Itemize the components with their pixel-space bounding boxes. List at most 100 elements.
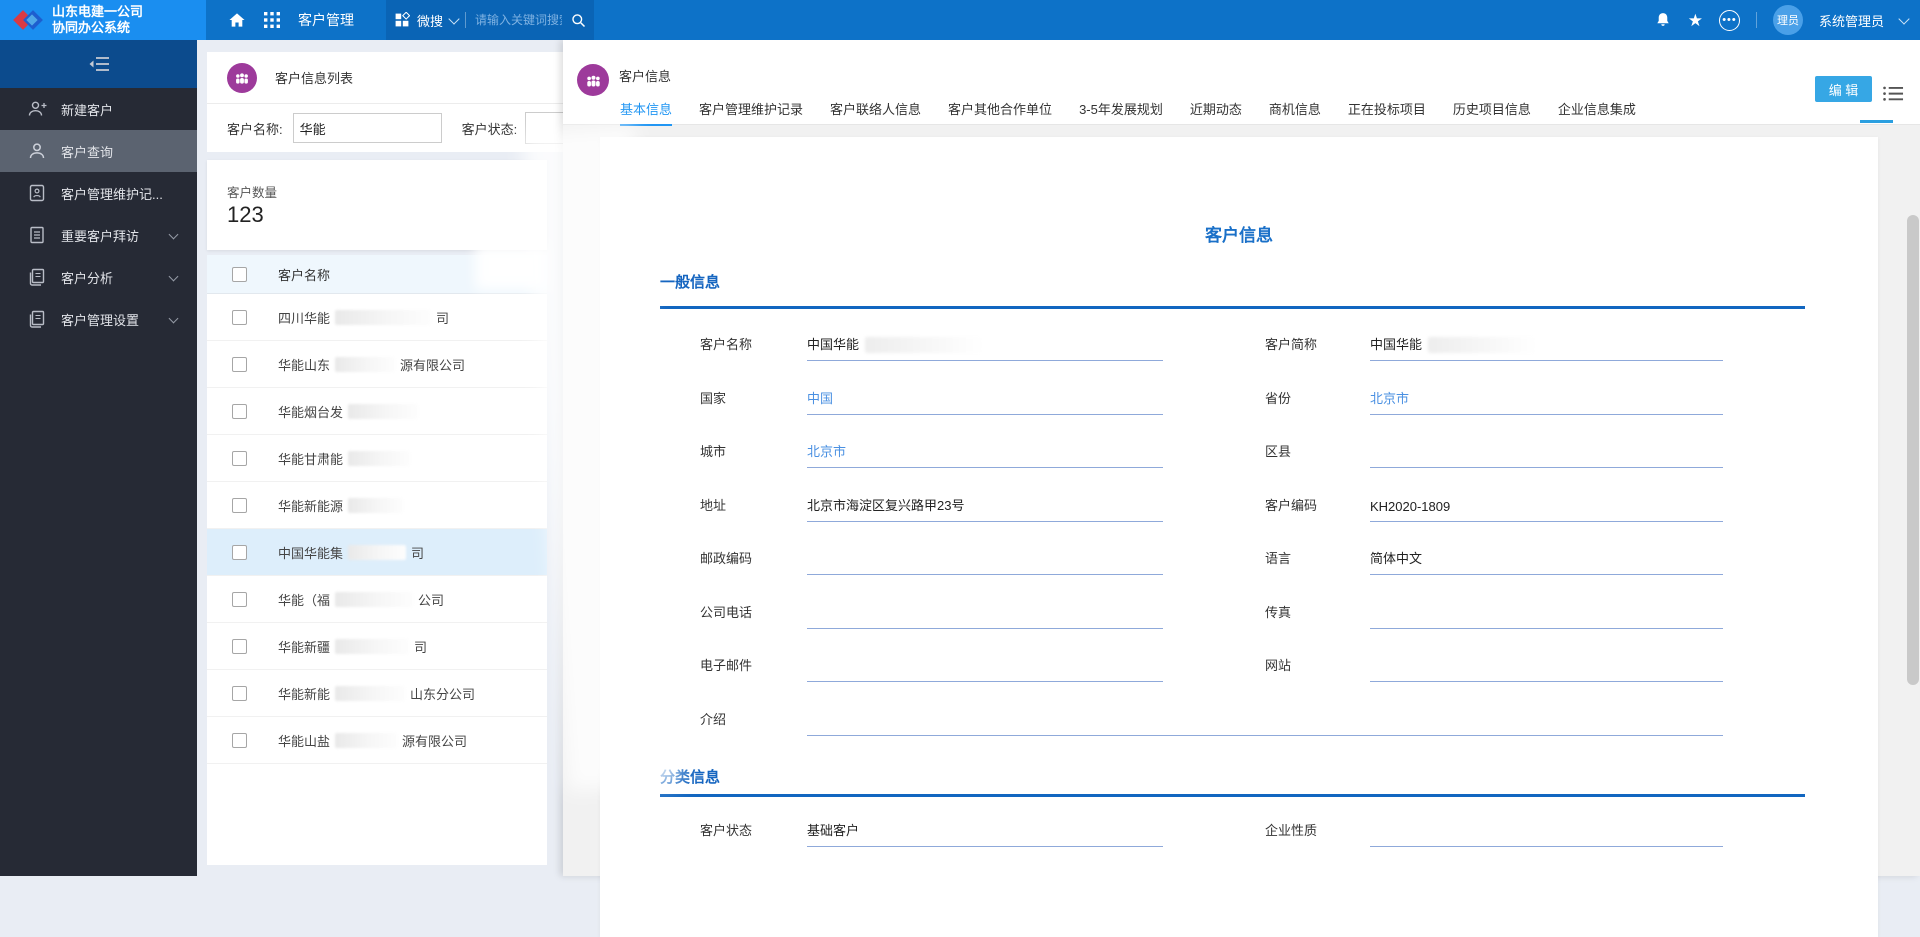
row-checkbox[interactable]: [232, 685, 247, 701]
table-row[interactable]: 华能新能 山东分公司: [207, 670, 547, 717]
row-checkbox[interactable]: [232, 309, 247, 325]
row-checkbox[interactable]: [232, 450, 247, 466]
field-客户编码[interactable]: KH2020-1809: [1370, 484, 1723, 522]
table-row[interactable]: 华能烟台发: [207, 388, 547, 435]
row-checkbox[interactable]: [232, 732, 247, 748]
search-input[interactable]: [473, 12, 564, 28]
redacted-text: [335, 356, 396, 372]
table-row[interactable]: 中国华能集司: [207, 529, 547, 576]
field-地址[interactable]: 北京市海淀区复兴路甲23号: [807, 484, 1163, 522]
field-网站[interactable]: [1370, 644, 1723, 682]
field-value: KH2020-1809: [1370, 498, 1451, 514]
star-icon[interactable]: ★: [1688, 12, 1703, 29]
sidebar-collapse-button[interactable]: [0, 40, 197, 88]
tab-1[interactable]: 客户管理维护记录: [699, 99, 803, 126]
avatar[interactable]: 理员: [1772, 5, 1803, 35]
more-icon[interactable]: •••: [1718, 9, 1740, 31]
search-scope-label[interactable]: 微搜: [417, 11, 443, 30]
field-value: 基础客户: [807, 823, 860, 838]
row-checkbox[interactable]: [232, 638, 247, 654]
field-邮政编码[interactable]: [807, 537, 1163, 575]
section-general-title: 一般信息: [660, 274, 721, 291]
field-国家[interactable]: 中国: [807, 377, 1163, 415]
sidebar-item-5[interactable]: 客户管理设置: [0, 298, 197, 340]
redacted-text: [335, 732, 398, 748]
field-value: 北京市: [807, 444, 847, 459]
row-checkbox[interactable]: [232, 497, 247, 513]
field-语言[interactable]: 简体中文: [1370, 537, 1723, 575]
tab-7[interactable]: 正在投标项目: [1348, 99, 1426, 126]
app-grid-icon[interactable]: [264, 12, 280, 28]
field-label: 客户编码: [1265, 497, 1318, 513]
user-name[interactable]: 系统管理员: [1819, 11, 1884, 30]
tab-8[interactable]: 历史项目信息: [1453, 99, 1531, 126]
list-view-icon[interactable]: [1883, 86, 1904, 102]
field-区县[interactable]: [1370, 430, 1723, 468]
customer-name: 四川华能司: [278, 309, 450, 326]
row-checkbox[interactable]: [232, 356, 247, 372]
field-label: 网站: [1265, 658, 1292, 673]
active-tool-indicator: [1860, 120, 1893, 123]
tab-0[interactable]: 基本信息: [620, 99, 673, 126]
chevron-down-icon[interactable]: [1898, 12, 1910, 25]
sidebar-item-label: 重要客户拜访: [61, 228, 140, 244]
field-企业性质[interactable]: [1370, 809, 1723, 847]
row-checkbox[interactable]: [232, 591, 247, 607]
divider: [1755, 12, 1757, 28]
vertical-scrollbar[interactable]: [1907, 215, 1919, 685]
field-客户名称[interactable]: 中国华能: [807, 323, 1163, 361]
tab-2[interactable]: 客户联络人信息: [830, 99, 921, 126]
detail-body: 客户信息 一般信息 分类信息 客户名称 中国华能 客户简称 中国华能 国家 中国 省份 北京市…: [563, 125, 1920, 937]
sidebar-item-3[interactable]: 重要客户拜访: [0, 214, 197, 256]
sidebar-item-2[interactable]: 客户管理维护记...: [0, 172, 197, 214]
table-row[interactable]: 四川华能司: [207, 294, 547, 341]
form-row: 客户状态 基础客户 企业性质: [700, 809, 1723, 849]
field-省份[interactable]: 北京市: [1370, 377, 1723, 415]
widget-icon[interactable]: [394, 12, 410, 28]
field-公司电话[interactable]: [807, 591, 1163, 629]
menu-fold-icon: [89, 57, 109, 71]
field-客户简称[interactable]: 中国华能: [1370, 323, 1723, 361]
customer-count-card: 客户数量 123: [207, 160, 547, 290]
chevron-down-icon[interactable]: [448, 12, 460, 25]
sidebar-item-4[interactable]: 客户分析: [0, 256, 197, 298]
bell-icon[interactable]: [1654, 11, 1672, 29]
sidebar-item-1[interactable]: 客户查询: [0, 130, 197, 172]
field-电子邮件[interactable]: [807, 644, 1163, 682]
sidebar-item-label: 客户管理设置: [61, 312, 140, 328]
field-介绍[interactable]: [807, 698, 1723, 736]
customer-name: 华能新能源: [278, 496, 408, 515]
chevron-down-icon: [168, 313, 179, 324]
table-row[interactable]: 华能山盐 源有限公司: [207, 717, 547, 764]
app-logo: 山东电建一公司 协同办公系统: [0, 0, 206, 40]
select-all-checkbox[interactable]: [232, 266, 247, 282]
field-客户状态[interactable]: 基础客户: [807, 809, 1163, 847]
tab-4[interactable]: 3-5年发展规划: [1079, 99, 1163, 126]
customer-form-card: 客户信息 一般信息 分类信息 客户名称 中国华能 客户简称 中国华能 国家 中国 省份 北京市…: [600, 137, 1878, 937]
field-城市[interactable]: 北京市: [807, 430, 1163, 468]
tab-9[interactable]: 企业信息集成: [1558, 99, 1636, 126]
customer-name-filter-input[interactable]: [292, 113, 442, 143]
row-checkbox[interactable]: [232, 544, 247, 560]
tab-6[interactable]: 商机信息: [1269, 99, 1321, 126]
tab-5[interactable]: 近期动态: [1190, 99, 1242, 126]
documents-icon: [27, 309, 47, 329]
table-row[interactable]: 华能（福 公司: [207, 576, 547, 623]
customer-count-value: 123: [227, 202, 264, 227]
sidebar-item-0[interactable]: 新建客户: [0, 88, 197, 130]
field-value: 中国: [807, 390, 834, 406]
home-icon[interactable]: [228, 11, 246, 29]
field-label: 电子邮件: [700, 658, 753, 673]
field-传真[interactable]: [1370, 591, 1723, 629]
table-row[interactable]: 华能新疆司: [207, 623, 547, 670]
table-row[interactable]: 华能山东 源有限公司: [207, 341, 547, 388]
search-icon[interactable]: [571, 13, 586, 28]
app-title[interactable]: 客户管理: [298, 10, 354, 30]
table-row[interactable]: 华能甘肃能: [207, 435, 547, 482]
redacted-text: [335, 591, 414, 607]
tab-3[interactable]: 客户其他合作单位: [948, 99, 1052, 126]
edit-button[interactable]: 编 辑: [1815, 76, 1872, 102]
redacted-text: [335, 685, 406, 701]
row-checkbox[interactable]: [232, 403, 247, 419]
table-row[interactable]: 华能新能源: [207, 482, 547, 529]
